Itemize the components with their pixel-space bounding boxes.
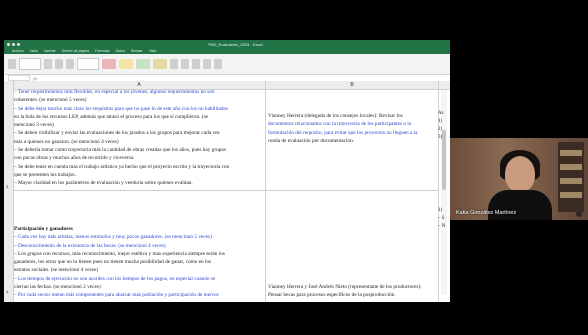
cell-b3[interactable]: Vianney Herrera (delegada de los consejo… [268, 112, 438, 145]
style-good[interactable] [136, 59, 150, 69]
cell-line: coherentes. (se mencionó 5 veces) [14, 97, 87, 104]
close-icon[interactable] [7, 42, 10, 46]
number-format-selector[interactable] [77, 58, 99, 70]
cell-line: – Se debería tomar como trayectoria más … [14, 147, 227, 154]
cell-line: – Por cada sector metan más componentes … [14, 292, 219, 299]
tab-archivo[interactable]: Archivo [12, 49, 24, 53]
cell-line: – Los tiempos de ejecución no son acorde… [14, 275, 216, 282]
window-title: PAD_Evaluación_2015 - Excel [208, 41, 263, 47]
cell-line: 1) [438, 208, 443, 213]
bookshelf [558, 142, 584, 212]
cell-a4[interactable]: Participación y ganadores – Cada vez hay… [14, 225, 265, 300]
tab-diseno[interactable]: Diseño de página [62, 49, 89, 53]
cell-line: en la bola de los recursos LEP, además q… [14, 113, 209, 120]
tab-formulas[interactable]: Fórmulas [95, 49, 110, 53]
cell-line: – Mayor claridad en los parámetros de ev… [14, 180, 193, 187]
format-icon[interactable] [192, 59, 200, 69]
tab-datos[interactable]: Datos [116, 49, 125, 53]
style-bad[interactable] [102, 59, 116, 69]
cell-line: – Se debe dejar mucho más claro los requ… [14, 105, 229, 112]
cell-c3-partial[interactable]: As 1) 2) 3) [438, 110, 450, 142]
cell-line: 3) [438, 135, 443, 140]
cell-line: – N [438, 224, 446, 229]
cell-a3[interactable]: – Tener requerimientos más flexibles, en… [14, 88, 265, 188]
cell-line: 1) [438, 119, 443, 124]
cell-line: Vianney Herrera y José Andrés Nieto (rep… [268, 284, 422, 290]
column-header-b[interactable]: B [266, 81, 439, 89]
cell-line: – S [438, 216, 445, 221]
cell-line: ganadores, los otros que no lo tienen pu… [14, 259, 212, 266]
title-bar: PAD_Evaluación_2015 - Excel [4, 40, 450, 48]
cell-line: – Cada vez hay más artistas, menos estím… [14, 234, 212, 241]
excel-window: PAD_Evaluación_2015 - Excel Archivo Inic… [4, 40, 450, 302]
cell-line: – Desconocimiento de la existencia de la… [14, 242, 166, 249]
insert-icon[interactable] [170, 59, 178, 69]
tab-vista[interactable]: Vista [149, 49, 157, 53]
align-icon[interactable] [66, 59, 74, 69]
minimize-icon[interactable] [12, 42, 15, 46]
column-divider [265, 89, 266, 302]
cell-line: Vianney Herrera (delegada de los consejo… [268, 113, 403, 119]
cell-line: – Tener requerimientos más flexibles, en… [14, 89, 215, 95]
cell-line: Pensar becas para procesos específicos d… [268, 292, 396, 299]
cell-line: formulación del requisito, para evitar q… [268, 129, 418, 136]
cell-line: documentos relacionados con la trayector… [268, 121, 412, 128]
cell-line: cierran las fechas. (se mencionó 2 veces… [14, 284, 101, 291]
style-neutral[interactable] [119, 59, 133, 69]
cell-line: ronda de evaluación por documentación. [268, 137, 355, 144]
participant-face [505, 156, 535, 192]
fx-icon[interactable]: ƒx [33, 76, 37, 81]
cell-line: con pocas obras y muchos años de recorri… [14, 155, 135, 162]
cell-b4[interactable]: Vianney Herrera y José Andrés Nieto (rep… [268, 283, 438, 300]
ribbon-toolbar [4, 54, 450, 75]
section-title: Participación y ganadores [14, 226, 73, 232]
maximize-icon[interactable] [17, 42, 20, 46]
cell-line: 2) [438, 127, 443, 132]
cell-line: – Se deben visibilizar y enviar las eval… [14, 130, 220, 137]
row-header-4[interactable]: 4 [6, 289, 8, 294]
mic-icon [576, 211, 582, 217]
italic-icon[interactable] [55, 59, 63, 69]
cell-line: estratos sociales. (se mencionó 4 veces) [14, 267, 99, 274]
participant-name-label: Katia González Martínez [456, 210, 517, 216]
cell-line: – Se debe tener en cuenta más el trabajo… [14, 163, 230, 170]
cell-line: As [438, 111, 444, 116]
find-icon[interactable] [214, 59, 222, 69]
row-divider [13, 190, 439, 191]
window-controls[interactable] [7, 42, 20, 46]
cell-line: mencionó 3 veces) [14, 122, 54, 129]
tab-revisar[interactable]: Revisar [131, 49, 143, 53]
style-check[interactable] [153, 59, 167, 69]
row-header-3[interactable]: 3 [6, 184, 8, 189]
cell-c4-partial[interactable]: 1) – S – N [438, 207, 450, 231]
participant-video-tile[interactable]: Katia González Martínez [450, 138, 588, 220]
bold-icon[interactable] [44, 59, 52, 69]
tab-insertar[interactable]: Insertar [44, 49, 56, 53]
delete-icon[interactable] [181, 59, 189, 69]
font-selector[interactable] [19, 58, 41, 70]
tab-inicio[interactable]: Inicio [30, 49, 38, 53]
cell-line: más a quienes no ganaron. (se mencionó 4… [14, 138, 119, 145]
paste-icon[interactable] [8, 59, 16, 69]
cell-line: que se presenten los trabajos. [14, 171, 76, 178]
row-headers: 3 4 [4, 89, 14, 302]
sort-icon[interactable] [203, 59, 211, 69]
cell-line: – Los grupos con recursos, más reconocim… [14, 250, 225, 257]
